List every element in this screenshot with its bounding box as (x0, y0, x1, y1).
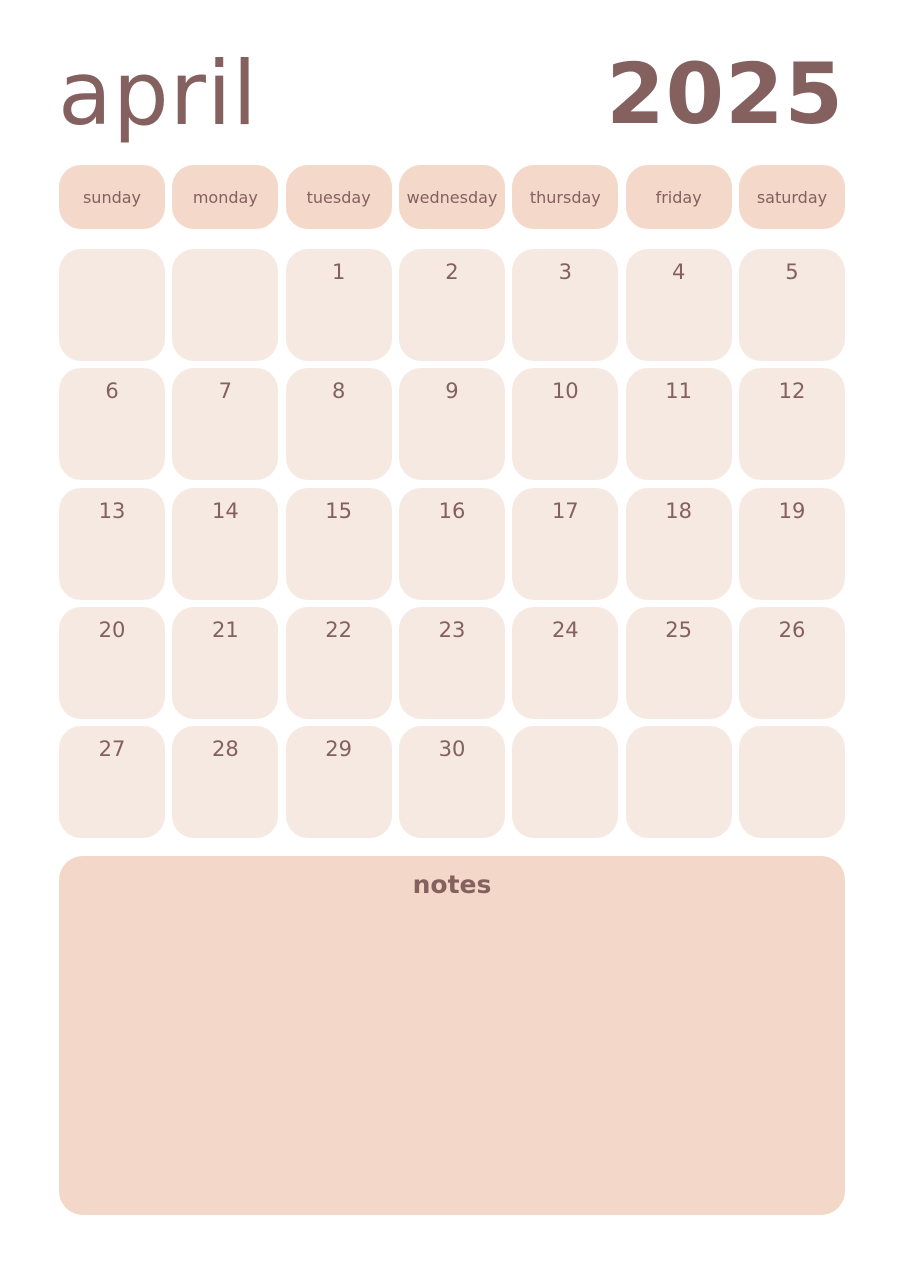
year-title: 2025 (606, 45, 844, 143)
day-number: 26 (778, 617, 806, 642)
day-cell (738, 726, 845, 838)
day-cell: 3 (512, 249, 619, 361)
day-cell (512, 726, 619, 838)
day-cell: 8 (285, 368, 392, 481)
day-number: 3 (558, 260, 572, 284)
day-cell (625, 726, 732, 838)
day-cell: 27 (59, 726, 165, 838)
day-number: 16 (438, 498, 466, 523)
weekday-monday: monday (172, 165, 279, 229)
day-cell: 9 (398, 368, 505, 481)
day-number: 17 (551, 498, 579, 523)
day-number: 7 (218, 379, 233, 404)
day-number: 5 (785, 260, 799, 284)
day-cell: 29 (285, 726, 392, 838)
day-number: 24 (551, 617, 579, 642)
day-grid: 1 2 3 4 5 6 7 8 9 10 11 12 13 14 15 16 1… (59, 249, 845, 838)
notes-title: notes (412, 870, 492, 899)
day-cell: 5 (738, 249, 845, 361)
day-number: 1 (331, 260, 346, 284)
day-number: 28 (211, 737, 239, 761)
day-cell: 19 (738, 487, 845, 600)
day-number: 11 (665, 379, 692, 404)
day-number: 13 (98, 498, 126, 523)
day-number: 15 (325, 498, 353, 523)
day-cell: 21 (172, 606, 279, 719)
day-number: 22 (325, 617, 353, 642)
day-number: 14 (211, 498, 239, 523)
day-number: 10 (551, 379, 579, 404)
day-cell: 15 (285, 487, 392, 600)
weekday-saturday: saturday (738, 165, 845, 229)
day-cell: 14 (172, 487, 279, 600)
day-cell: 30 (398, 726, 505, 838)
weekday-sunday: sunday (59, 165, 165, 229)
day-number: 4 (671, 260, 686, 284)
day-cell: 18 (625, 487, 732, 600)
day-cell: 10 (512, 368, 619, 481)
notes-box: notes (59, 856, 845, 1215)
day-cell: 2 (398, 249, 505, 361)
day-cell: 26 (738, 606, 845, 719)
day-cell: 11 (625, 368, 732, 481)
day-cell: 25 (625, 606, 732, 719)
day-cell: 13 (59, 487, 165, 600)
day-number: 29 (325, 737, 353, 761)
day-number: 23 (438, 617, 466, 642)
day-number: 30 (438, 737, 466, 761)
day-number: 18 (665, 498, 692, 523)
day-cell: 12 (738, 368, 845, 481)
calendar-page: april 2025 sunday monday tuesday wednesd… (0, 0, 904, 1280)
month-title: april (58, 42, 258, 145)
day-cell: 4 (625, 249, 732, 361)
day-number: 27 (98, 737, 126, 761)
weekday-wednesday: wednesday (398, 165, 505, 229)
weekday-thursday: thursday (512, 165, 619, 229)
day-number: 9 (445, 379, 459, 404)
day-number: 2 (445, 260, 459, 284)
day-number: 25 (665, 617, 692, 642)
day-cell (172, 249, 279, 361)
day-cell: 22 (285, 606, 392, 719)
day-cell: 1 (285, 249, 392, 361)
day-number: 21 (211, 617, 239, 642)
day-cell (59, 249, 165, 361)
day-number: 19 (778, 498, 806, 523)
day-number: 6 (105, 379, 119, 404)
weekday-friday: friday (625, 165, 732, 229)
day-number: 20 (98, 617, 126, 642)
weekday-tuesday: tuesday (285, 165, 392, 229)
day-cell: 16 (398, 487, 505, 600)
day-number: 12 (778, 379, 806, 404)
day-cell: 24 (512, 606, 619, 719)
day-number: 8 (331, 379, 346, 404)
day-cell: 7 (172, 368, 279, 481)
day-cell: 6 (59, 368, 165, 481)
weekday-header-row: sunday monday tuesday wednesday thursday… (59, 165, 845, 229)
day-cell: 23 (398, 606, 505, 719)
day-cell: 17 (512, 487, 619, 600)
day-cell: 20 (59, 606, 165, 719)
day-cell: 28 (172, 726, 279, 838)
